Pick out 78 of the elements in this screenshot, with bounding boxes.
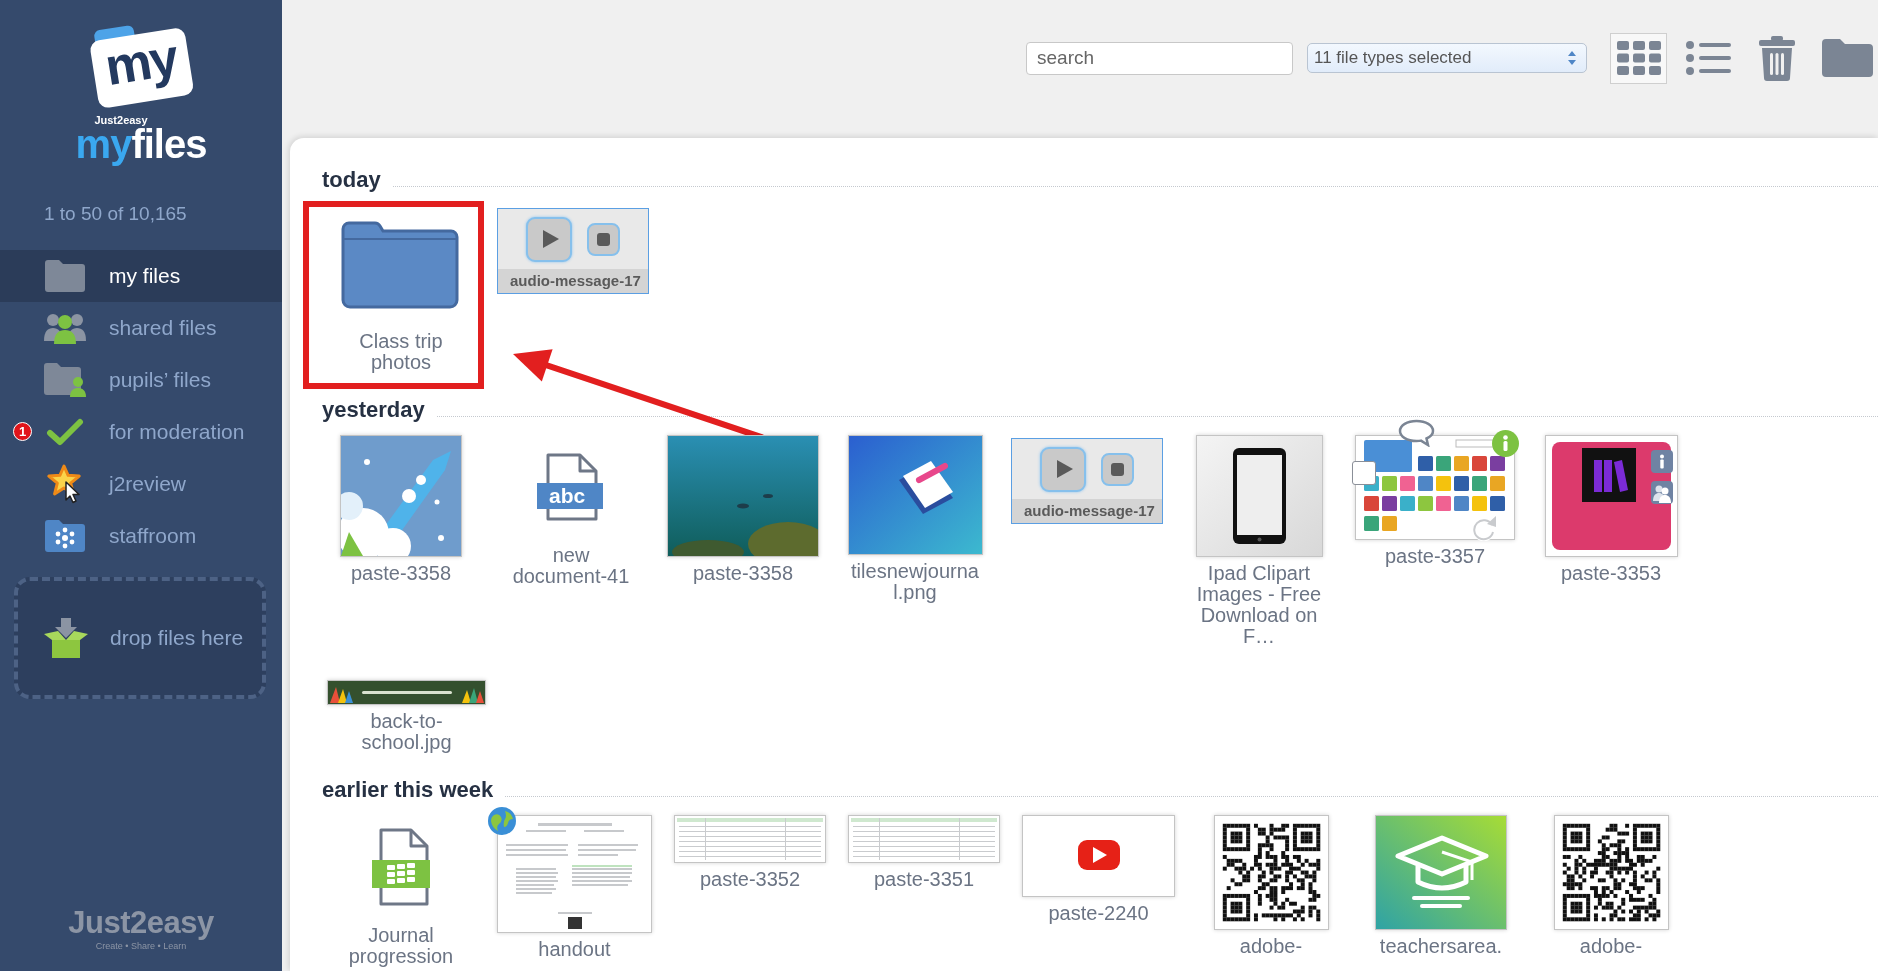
trash-icon[interactable]	[1759, 35, 1795, 81]
file-name: audio-message-17	[498, 269, 648, 293]
file-name: paste-3351	[872, 869, 976, 890]
file-name: new document-41	[511, 545, 631, 587]
poster-thumbnail[interactable]	[1544, 435, 1678, 557]
file-name: Journal progression	[347, 925, 455, 967]
footer-brand: Just2easy	[68, 907, 214, 939]
file-name: paste-2240	[1047, 903, 1150, 924]
file-name: paste-3358	[349, 563, 453, 584]
footer-tagline: Create • Share • Learn	[95, 941, 187, 951]
nav-item[interactable]: staffroom	[0, 510, 282, 562]
stop-icon	[597, 232, 610, 246]
file-name: adobe-	[1578, 936, 1644, 957]
play-icon	[542, 230, 559, 248]
stop-button[interactable]	[587, 222, 620, 256]
table-thumbnail[interactable]	[848, 815, 1000, 863]
play-logo-thumbnail[interactable]	[1022, 815, 1175, 897]
spreadsheet-icon[interactable]	[371, 828, 431, 906]
grid-icon	[1616, 41, 1661, 75]
count-badge: 1	[13, 422, 32, 441]
list-icon	[1686, 41, 1731, 75]
select-checkbox[interactable]	[1352, 461, 1376, 485]
stop-button[interactable]	[1101, 452, 1134, 486]
folder-icon[interactable]	[341, 220, 461, 310]
nav-item[interactable]: j2review	[0, 458, 282, 510]
file-name: paste-3353	[1559, 563, 1663, 584]
file-type-select[interactable]: 11 file types selected	[1307, 43, 1587, 73]
file-count: 1 to 50 of 10,165	[44, 203, 187, 225]
section-heading: yesterday	[322, 398, 425, 422]
audio-player[interactable]: audio-message-17	[1011, 438, 1163, 524]
table-thumbnail[interactable]	[674, 815, 826, 863]
file-name: adobe-	[1238, 936, 1304, 957]
qr-code-thumbnail[interactable]	[1553, 815, 1669, 930]
updown-caret-icon	[1568, 51, 1576, 65]
graduation-cap-thumbnail[interactable]	[1375, 815, 1507, 930]
play-button[interactable]	[1040, 446, 1086, 492]
file-name: paste-3357	[1383, 546, 1487, 567]
grid-view-button[interactable]	[1610, 32, 1667, 84]
folder-icon[interactable]	[1822, 39, 1873, 77]
qr-code-thumbnail[interactable]	[1213, 815, 1329, 930]
rocket-thumbnail[interactable]	[340, 435, 462, 557]
file-name: handout	[537, 939, 612, 960]
people-icon	[44, 312, 86, 344]
document-type-label: abc	[549, 483, 586, 509]
nav-item[interactable]: pupils’ files	[0, 354, 282, 406]
stop-icon	[1111, 462, 1124, 476]
play-button[interactable]	[526, 216, 572, 262]
document-thumbnail[interactable]	[497, 815, 652, 933]
file-name: paste-3358	[691, 563, 795, 584]
tablet-thumbnail[interactable]	[1195, 435, 1323, 557]
file-name: paste-3352	[698, 869, 802, 890]
banner-thumbnail[interactable]	[327, 680, 486, 705]
search-field[interactable]: search	[1026, 41, 1293, 75]
screenshot-thumbnail[interactable]	[1355, 435, 1515, 540]
nav-item[interactable]: my files	[0, 250, 282, 302]
section-heading: today	[322, 168, 381, 192]
play-icon	[1056, 460, 1073, 478]
folder-icon	[45, 260, 85, 292]
file-name: teachersarea.	[1378, 936, 1504, 957]
star-cursor-icon	[46, 464, 84, 504]
section-heading: earlier this week	[322, 778, 494, 802]
photo-placeholder[interactable]	[667, 435, 819, 557]
audio-player[interactable]: audio-message-17	[497, 208, 649, 294]
comment-icon[interactable]	[1398, 419, 1435, 447]
file-name: back-to-school.jpg	[360, 711, 453, 753]
file-name: tilesnewjournal.png	[850, 561, 980, 603]
group-folder-icon	[45, 520, 85, 552]
notebook-thumbnail[interactable]	[847, 435, 983, 555]
drop-zone[interactable]: drop files here	[14, 577, 266, 699]
box-download-icon	[44, 618, 88, 658]
file-name: Ipad Clipart Images - Free Download on F…	[1195, 563, 1323, 647]
nav-item[interactable]: shared files	[0, 302, 282, 354]
nav-item[interactable]: 1 for moderation	[0, 406, 282, 458]
folder-person-icon	[44, 363, 86, 397]
file-name: audio-message-17	[1012, 499, 1162, 523]
check-icon	[46, 418, 84, 446]
file-name: Class trip photos	[358, 331, 444, 373]
globe-icon[interactable]	[488, 807, 516, 835]
